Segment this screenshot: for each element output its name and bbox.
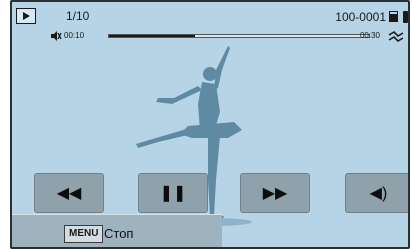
rewind-button[interactable]: ◀◀: [34, 173, 104, 213]
volume-button[interactable]: ◀): [345, 173, 408, 213]
video-sound-icon: [51, 31, 62, 41]
pause-icon: ❚❚: [159, 185, 187, 202]
playback-mode-icon: [16, 8, 36, 24]
file-number: 100-0001: [335, 10, 386, 24]
menu-key-button[interactable]: MENU: [64, 225, 104, 243]
battery-icon: [403, 11, 408, 23]
playback-progress-fill: [109, 35, 195, 37]
wind-cut-icon: [388, 30, 404, 43]
pause-button[interactable]: ❚❚: [138, 173, 208, 213]
playback-progress-bar[interactable]: [108, 34, 370, 38]
fast-forward-button[interactable]: ▶▶: [240, 173, 310, 213]
memory-card-icon: [389, 11, 398, 22]
fast-forward-icon: ▶▶: [262, 185, 288, 202]
elapsed-time: 00:10: [64, 31, 85, 40]
rewind-icon: ◀◀: [56, 185, 82, 202]
total-time: 00:30: [359, 31, 380, 40]
stop-label: Стоп: [104, 226, 134, 241]
volume-icon: ◀): [369, 185, 388, 202]
image-counter: 1/10: [66, 9, 90, 23]
camera-screen: 1/10 100-0001 00:10 00:30 ◀◀ ❚❚ ▶▶ ◀) ME…: [10, 0, 410, 249]
bottom-bar: MENU Стоп: [12, 214, 222, 247]
